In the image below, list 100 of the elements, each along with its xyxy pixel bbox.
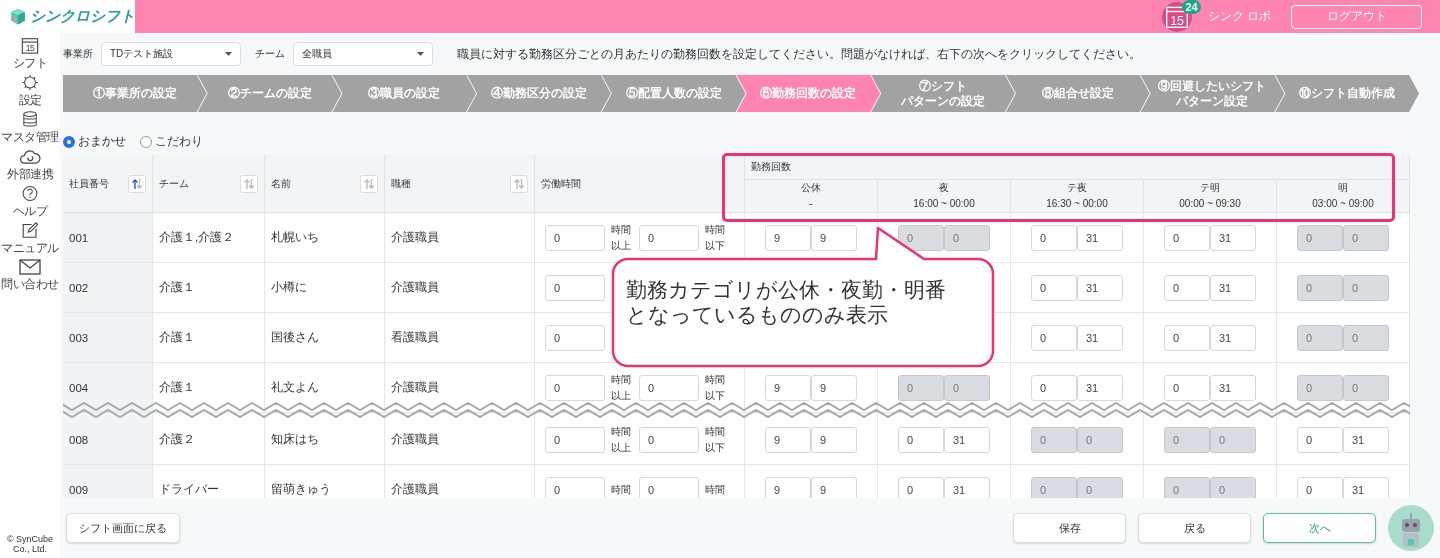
sort-icon bbox=[131, 177, 143, 190]
table-cell: 留萌きゅう bbox=[265, 465, 385, 498]
count-field[interactable]: 0 bbox=[1031, 224, 1077, 251]
count-field[interactable]: 0 bbox=[1164, 324, 1210, 351]
count-field[interactable]: 31 bbox=[944, 426, 990, 453]
count-field[interactable]: 9 bbox=[811, 224, 857, 251]
count-field[interactable]: 0 bbox=[1031, 374, 1077, 401]
sidebar-item[interactable]: 15 シフト bbox=[12, 37, 48, 72]
count-field[interactable]: 0 bbox=[1164, 224, 1210, 251]
count-field[interactable]: 9 bbox=[811, 426, 857, 453]
count-field[interactable]: 31 bbox=[1077, 274, 1123, 301]
hours-field[interactable]: 0 bbox=[639, 224, 699, 251]
notification-badge: 24 bbox=[1182, 0, 1201, 14]
count-field[interactable]: 31 bbox=[1343, 476, 1389, 498]
count-field[interactable]: 0 bbox=[1031, 324, 1077, 351]
callout-text: 勤務カテゴリが公休・夜勤・明番 bbox=[626, 277, 946, 303]
shift-time: 00:00 ~ 09:30 bbox=[1179, 197, 1241, 211]
sort-button[interactable] bbox=[240, 174, 258, 193]
filter-label: チーム bbox=[255, 47, 285, 61]
radio-button[interactable] bbox=[63, 135, 75, 148]
sort-button[interactable] bbox=[128, 174, 146, 193]
column-group-header: 勤務回数 bbox=[745, 155, 1410, 180]
back-to-shift-button[interactable]: シフト画面に戻る bbox=[66, 513, 180, 543]
footer-button[interactable]: 保存 bbox=[1013, 513, 1126, 543]
table-cell: 介護職員 bbox=[385, 465, 535, 498]
count-field[interactable]: 9 bbox=[765, 476, 811, 498]
hours-field[interactable]: 0 bbox=[639, 426, 699, 453]
count-field[interactable]: 31 bbox=[944, 476, 990, 498]
robot-icon[interactable] bbox=[1388, 505, 1434, 551]
table-cell: 003 bbox=[63, 313, 153, 363]
count-field[interactable]: 31 bbox=[1210, 224, 1256, 251]
hours-field[interactable]: 0 bbox=[545, 426, 605, 453]
shift-time: 16:00 ~ 00:00 bbox=[913, 197, 975, 211]
count-field[interactable]: 0 bbox=[1164, 374, 1210, 401]
count-field[interactable]: 31 bbox=[1210, 274, 1256, 301]
table-cell: 004 bbox=[63, 363, 153, 413]
sidebar-label: マニュアル bbox=[1, 240, 59, 257]
database-icon bbox=[20, 111, 40, 128]
gear-icon bbox=[19, 74, 41, 91]
count-field[interactable]: 0 bbox=[1297, 426, 1343, 453]
hours-field[interactable]: 0 bbox=[639, 374, 699, 401]
hours-field[interactable]: 0 bbox=[545, 374, 605, 401]
hours-field[interactable]: 0 bbox=[545, 274, 605, 301]
count-field[interactable]: 31 bbox=[1210, 324, 1256, 351]
count-field[interactable]: 0 bbox=[1297, 476, 1343, 498]
hours-field[interactable]: 0 bbox=[545, 324, 605, 351]
hours-field[interactable]: 0 bbox=[639, 476, 699, 498]
shift-name: 夜 bbox=[939, 181, 949, 195]
unit-label: 時間以下 bbox=[705, 424, 726, 455]
count-field[interactable]: 0 bbox=[898, 476, 944, 498]
sidebar-item[interactable]: 設定 bbox=[18, 74, 42, 109]
sidebar-label: マスタ管理 bbox=[1, 129, 59, 146]
app-logo-text: シンクロシフト bbox=[30, 7, 135, 26]
sidebar-label: ヘルプ bbox=[12, 203, 48, 220]
table-cell: 008 bbox=[63, 415, 153, 465]
count-field[interactable]: 0 bbox=[1164, 274, 1210, 301]
count-field[interactable]: 0 bbox=[1031, 274, 1077, 301]
footer-button[interactable]: 戻る bbox=[1138, 513, 1251, 543]
hours-field[interactable]: 0 bbox=[545, 224, 605, 251]
filter-label: 事業所 bbox=[63, 47, 93, 61]
sort-button[interactable] bbox=[360, 174, 378, 193]
unit-label: 時間 bbox=[705, 482, 726, 497]
count-field[interactable]: 31 bbox=[1210, 374, 1256, 401]
count-field[interactable]: 9 bbox=[811, 476, 857, 498]
hours-field[interactable]: 0 bbox=[545, 476, 605, 498]
sidebar-label: 設定 bbox=[18, 92, 42, 109]
caret-icon bbox=[225, 52, 232, 56]
count-field[interactable]: 9 bbox=[811, 374, 857, 401]
copyright-text: © SynCube Co., Ltd. bbox=[5, 534, 55, 556]
unit-label: 時間以上 bbox=[611, 372, 632, 403]
sidebar-item[interactable]: マスタ管理 bbox=[1, 111, 59, 146]
column-title: チーム bbox=[159, 176, 189, 191]
filter-dropdown[interactable]: TDテスト施設 bbox=[101, 42, 241, 66]
instruction-text: 職員に対する勤務区分ごとの月あたりの勤務回数を設定してください。問題がなければ、右下の次へをクリックしてください。 bbox=[457, 46, 1141, 62]
count-field[interactable]: 0 bbox=[898, 426, 944, 453]
unit-label: 時間以上 bbox=[611, 424, 632, 455]
filter-dropdown[interactable]: 全職員 bbox=[293, 42, 433, 66]
sidebar-item[interactable]: 問い合わせ bbox=[1, 259, 59, 294]
sidebar-label: 問い合わせ bbox=[1, 276, 59, 293]
column-title: 労働時間 bbox=[541, 176, 581, 191]
radio-button[interactable] bbox=[140, 135, 152, 148]
table-cell: 介護職員 bbox=[385, 363, 535, 413]
count-field[interactable]: 9 bbox=[765, 224, 811, 251]
sort-button[interactable] bbox=[510, 174, 528, 193]
sidebar-item[interactable]: マニュアル bbox=[1, 222, 59, 257]
caret-icon bbox=[417, 52, 424, 56]
count-field[interactable]: 31 bbox=[1343, 426, 1389, 453]
count-field[interactable]: 31 bbox=[1077, 224, 1123, 251]
count-field[interactable]: 31 bbox=[1077, 374, 1123, 401]
shift-time: - bbox=[809, 197, 813, 211]
shift-name: テ明 bbox=[1200, 181, 1220, 195]
sidebar-item[interactable]: 外部連携 bbox=[7, 148, 53, 183]
table-cell: 001 bbox=[63, 213, 153, 263]
count-field[interactable]: 9 bbox=[765, 374, 811, 401]
count-field[interactable]: 31 bbox=[1077, 324, 1123, 351]
count-field[interactable]: 9 bbox=[765, 426, 811, 453]
edit-icon bbox=[20, 222, 40, 239]
column-title: 職種 bbox=[391, 176, 411, 191]
sidebar-item[interactable]: ヘルプ bbox=[12, 185, 48, 220]
sort-icon bbox=[243, 177, 255, 190]
